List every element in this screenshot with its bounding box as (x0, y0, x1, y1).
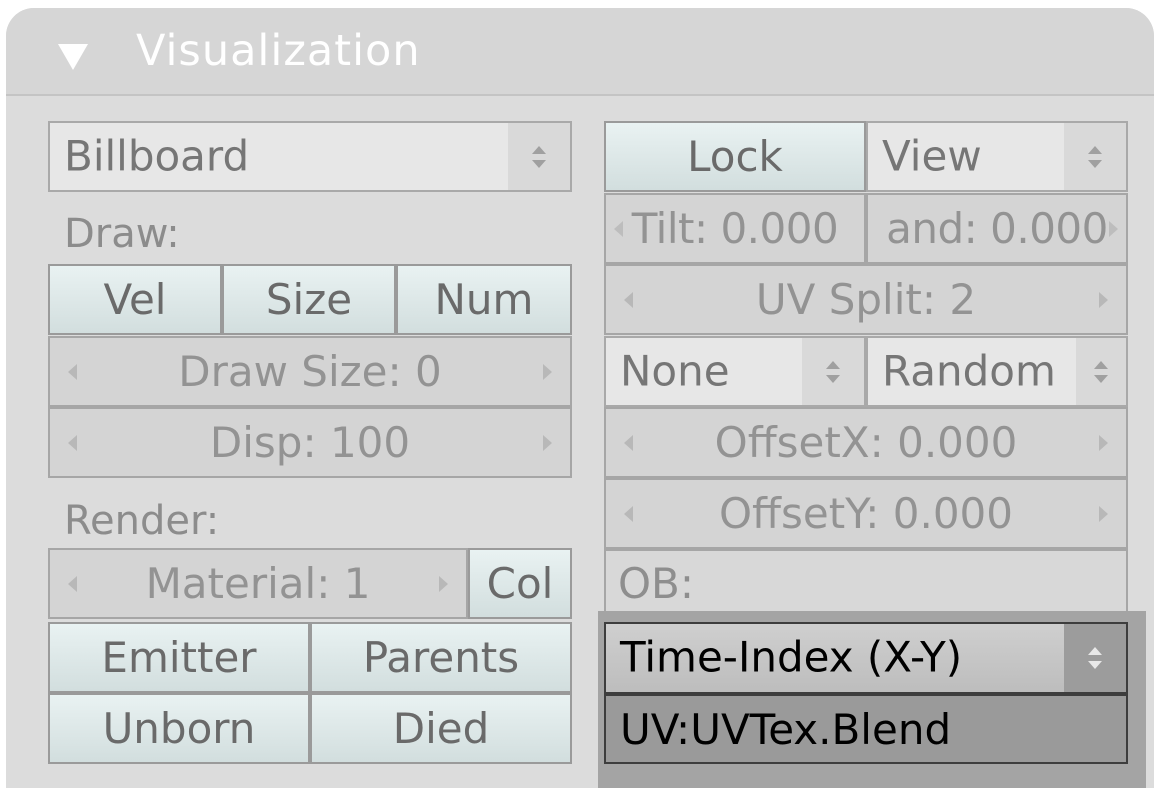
increment-arrow-icon[interactable] (1099, 505, 1108, 522)
updown-icon (1064, 624, 1126, 692)
billboard-menu[interactable]: Billboard (48, 121, 572, 192)
and-field[interactable]: and: 0.000 (866, 193, 1128, 264)
updown-icon (508, 123, 570, 190)
decrement-arrow-icon[interactable] (624, 505, 633, 522)
tilt-field[interactable]: Tilt: 0.000 (604, 193, 866, 264)
increment-arrow-icon[interactable] (1099, 434, 1108, 451)
decrement-arrow-icon[interactable] (68, 363, 77, 380)
decrement-arrow-icon[interactable] (68, 434, 77, 451)
decrement-arrow-icon[interactable] (614, 220, 623, 237)
increment-arrow-icon[interactable] (543, 363, 552, 380)
died-button[interactable]: Died (310, 693, 572, 764)
updown-icon (802, 338, 864, 405)
offsety-value: OffsetY: 0.000 (719, 489, 1013, 538)
material-value: Material: 1 (145, 559, 371, 608)
increment-arrow-icon[interactable] (1109, 220, 1118, 237)
decrement-arrow-icon[interactable] (624, 291, 633, 308)
draw-size-value: Draw Size: 0 (178, 347, 442, 396)
disp-field[interactable]: Disp: 100 (48, 407, 572, 478)
visualization-panel: Visualization Billboard Draw: Vel Size N… (6, 8, 1154, 788)
ob-label: OB: (618, 559, 695, 608)
random-menu-label: Random (882, 346, 1056, 396)
panel-title: Visualization (136, 26, 421, 76)
view-menu[interactable]: View (866, 121, 1128, 192)
disp-value: Disp: 100 (209, 418, 411, 467)
offsety-field[interactable]: OffsetY: 0.000 (604, 478, 1128, 549)
offsetx-value: OffsetX: 0.000 (714, 418, 1018, 467)
time-index-menu[interactable]: Time-Index (X-Y) (604, 622, 1128, 694)
and-value: and: 0.000 (886, 204, 1108, 253)
render-label: Render: (64, 498, 220, 544)
col-button[interactable]: Col (468, 548, 572, 619)
vel-button[interactable]: Vel (48, 264, 222, 335)
none-menu-label: None (620, 346, 730, 396)
increment-arrow-icon[interactable] (1099, 291, 1108, 308)
panel-header[interactable]: Visualization (6, 8, 1154, 96)
uv-texture-value: UV:UVTex.Blend (620, 704, 952, 754)
size-button[interactable]: Size (222, 264, 396, 335)
collapse-triangle-icon[interactable] (58, 44, 88, 70)
uv-split-field[interactable]: UV Split: 2 (604, 264, 1128, 335)
none-menu[interactable]: None (604, 336, 866, 407)
increment-arrow-icon[interactable] (439, 575, 448, 592)
time-index-menu-label: Time-Index (X-Y) (620, 632, 963, 682)
draw-label: Draw: (64, 211, 180, 257)
draw-size-field[interactable]: Draw Size: 0 (48, 336, 572, 407)
view-menu-label: View (882, 131, 982, 181)
uv-split-value: UV Split: 2 (755, 275, 977, 324)
updown-icon (1064, 123, 1126, 190)
updown-icon (1076, 338, 1126, 405)
tilt-value: Tilt: 0.000 (631, 204, 839, 253)
num-button[interactable]: Num (396, 264, 572, 335)
material-field[interactable]: Material: 1 (48, 548, 468, 619)
emitter-button[interactable]: Emitter (48, 622, 310, 693)
offsetx-field[interactable]: OffsetX: 0.000 (604, 407, 1128, 478)
decrement-arrow-icon[interactable] (624, 434, 633, 451)
decrement-arrow-icon[interactable] (68, 575, 77, 592)
random-menu[interactable]: Random (866, 336, 1128, 407)
uv-texture-field[interactable]: UV:UVTex.Blend (604, 694, 1128, 764)
ob-field[interactable]: OB: (604, 549, 1128, 611)
billboard-menu-label: Billboard (64, 131, 250, 181)
parents-button[interactable]: Parents (310, 622, 572, 693)
increment-arrow-icon[interactable] (543, 434, 552, 451)
lock-button[interactable]: Lock (604, 121, 866, 192)
unborn-button[interactable]: Unborn (48, 693, 310, 764)
